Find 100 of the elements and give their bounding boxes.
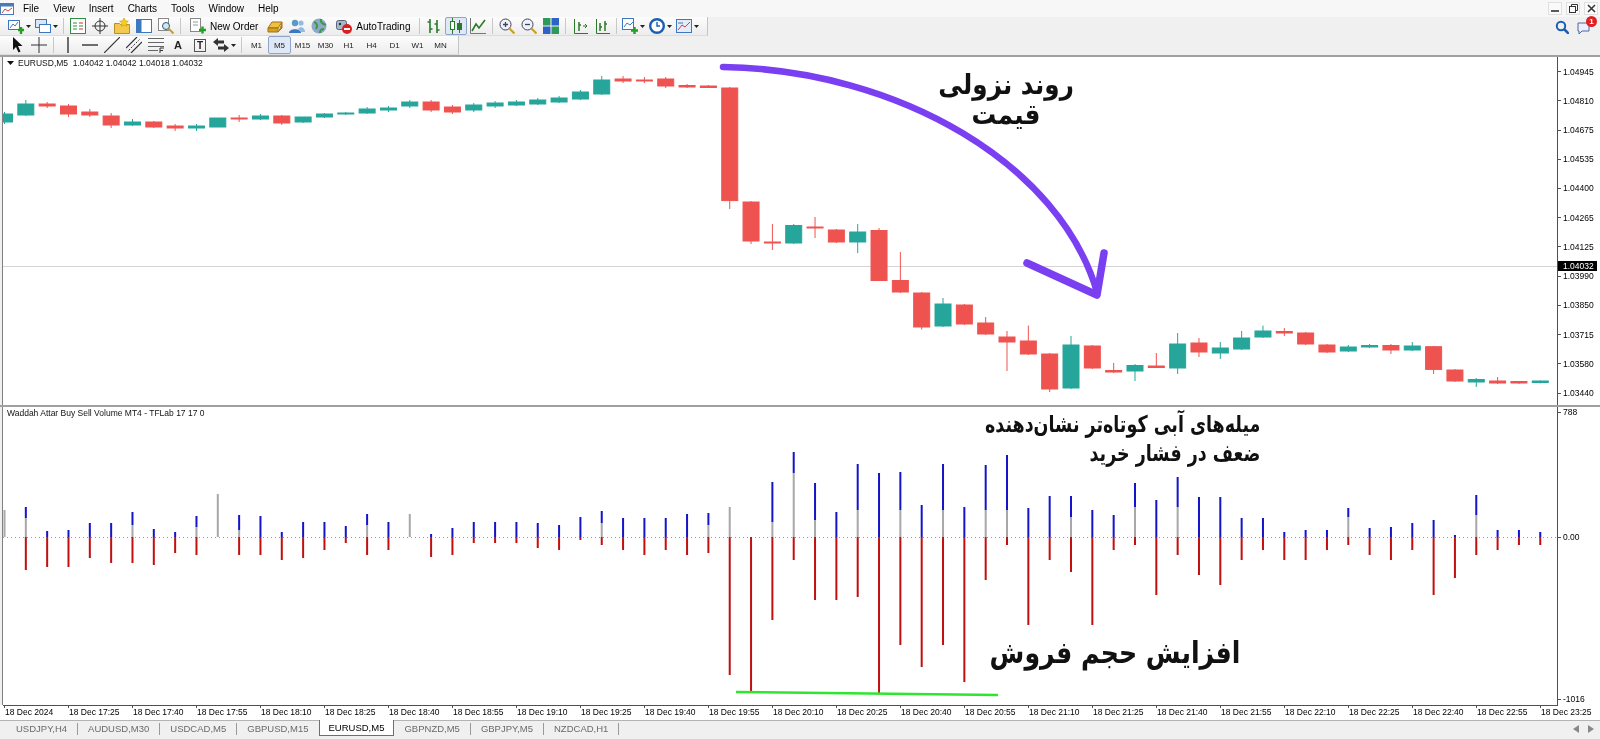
menu-item[interactable]: Insert bbox=[81, 0, 121, 17]
text-label-button[interactable]: T bbox=[189, 36, 211, 54]
menu-item[interactable]: Charts bbox=[120, 0, 165, 17]
speech-bubble-icon bbox=[1577, 21, 1590, 34]
price-label: 1.04125 bbox=[1562, 241, 1594, 252]
menu-item[interactable]: Help bbox=[251, 0, 286, 17]
time-label: 18 Dec 21:55 bbox=[1221, 707, 1272, 717]
arrows-icon bbox=[213, 37, 229, 53]
chart-tab[interactable]: GBPJPY,M5 bbox=[470, 721, 543, 736]
line-chart-icon bbox=[470, 18, 487, 34]
periods-button[interactable] bbox=[647, 17, 675, 35]
indicators-button[interactable] bbox=[620, 17, 648, 35]
time-label: 18 Dec 19:25 bbox=[581, 707, 632, 717]
chart-tab[interactable]: AUDUSD,M30 bbox=[78, 721, 160, 736]
messages-button[interactable]: 1 bbox=[1577, 19, 1594, 34]
annotation-text: روند نزولی قیمت bbox=[938, 70, 1074, 130]
restore-button[interactable] bbox=[1566, 2, 1580, 15]
price-label: 1.04535 bbox=[1562, 154, 1594, 165]
vertical-line-icon bbox=[67, 37, 69, 53]
fibonacci-button[interactable] bbox=[145, 36, 167, 54]
parallel-lines-icon bbox=[126, 37, 142, 53]
price-label: 1.04675 bbox=[1562, 125, 1594, 136]
window-stack-icon bbox=[35, 18, 51, 34]
close-icon bbox=[1586, 4, 1596, 13]
terminal-button[interactable] bbox=[133, 17, 155, 35]
caret-icon bbox=[53, 24, 58, 28]
chart-shift-icon bbox=[572, 18, 589, 34]
menu-item[interactable]: Tools bbox=[164, 0, 202, 17]
arrows-button[interactable] bbox=[211, 36, 238, 54]
scroll-right-icon[interactable] bbox=[1588, 725, 1594, 733]
price-label: 1.03580 bbox=[1562, 358, 1594, 369]
minimize-icon bbox=[1551, 10, 1559, 12]
chart-tab[interactable]: NZDCAD,H1 bbox=[544, 721, 619, 736]
panel-window-icon bbox=[136, 18, 152, 34]
notification-badge: 1 bbox=[1586, 16, 1597, 27]
new-chart-button[interactable] bbox=[6, 17, 33, 35]
strategy-tester-button[interactable] bbox=[155, 17, 177, 35]
templates-button[interactable] bbox=[674, 17, 702, 35]
time-label: 18 Dec 22:10 bbox=[1285, 707, 1336, 717]
time-label: 18 Dec 20:25 bbox=[837, 707, 888, 717]
period-button[interactable]: D1 bbox=[383, 36, 406, 54]
caret-icon bbox=[694, 24, 700, 28]
search-button[interactable] bbox=[1555, 19, 1569, 34]
robot-stop-icon bbox=[336, 18, 353, 34]
profiles-button[interactable] bbox=[33, 17, 60, 35]
data-window-button[interactable] bbox=[89, 17, 111, 35]
crosshair-icon bbox=[31, 37, 47, 53]
time-label: 18 Dec 23:25 bbox=[1541, 707, 1592, 717]
close-button[interactable] bbox=[1584, 2, 1598, 15]
chart-plus-icon bbox=[8, 18, 24, 34]
period-button[interactable]: MN bbox=[429, 36, 452, 54]
horizontal-line-icon bbox=[82, 44, 98, 46]
market-watch-button[interactable] bbox=[67, 17, 89, 35]
autotrading-button[interactable]: AutoTrading bbox=[330, 17, 417, 35]
annotation-text: میله‌های آبی کوتاه‌تر نشان‌دهنده ضعف در فشار خرید bbox=[984, 409, 1260, 468]
time-label: 18 Dec 21:10 bbox=[1029, 707, 1080, 717]
scroll-left-icon[interactable] bbox=[1573, 725, 1579, 733]
annotation-text: افزایش حجم فروش bbox=[989, 634, 1241, 673]
period-button[interactable]: H1 bbox=[337, 36, 360, 54]
time-label: 18 Dec 19:40 bbox=[645, 707, 696, 717]
chart-tab[interactable]: GBPUSD,M15 bbox=[237, 721, 319, 736]
time-label: 18 Dec 22:55 bbox=[1477, 707, 1528, 717]
menu-item[interactable]: File bbox=[16, 0, 47, 17]
period-button[interactable]: M30 bbox=[314, 36, 337, 54]
price-label: 1.04400 bbox=[1562, 183, 1594, 194]
people-icon bbox=[289, 18, 306, 34]
indicator-axis-label: -1016 bbox=[1563, 694, 1585, 704]
period-button[interactable]: M15 bbox=[291, 36, 314, 54]
chart-tab[interactable]: EURUSD,M5 bbox=[318, 720, 395, 736]
time-label: 18 Dec 18:25 bbox=[325, 707, 376, 717]
diagonal-line-icon bbox=[104, 37, 120, 53]
caret-icon bbox=[667, 24, 673, 28]
chart-title: EURUSD,M5 1.04042 1.04042 1.04018 1.04032 bbox=[18, 58, 203, 68]
price-label: 1.04810 bbox=[1562, 95, 1594, 106]
bar-chart-icon bbox=[426, 18, 443, 34]
new-order-button[interactable]: New Order bbox=[184, 17, 265, 35]
menu-item[interactable]: Window bbox=[201, 0, 252, 17]
price-label: 1.03440 bbox=[1562, 388, 1594, 398]
time-label: 18 Dec 19:55 bbox=[709, 707, 760, 717]
ingot-icon bbox=[267, 18, 284, 34]
trendline-button[interactable] bbox=[101, 36, 123, 54]
caret-icon bbox=[26, 24, 31, 28]
indicator-axis-label: 788 bbox=[1563, 407, 1578, 417]
period-button[interactable]: M1 bbox=[245, 36, 268, 54]
period-button[interactable]: M5 bbox=[268, 36, 291, 54]
time-label: 18 Dec 20:40 bbox=[901, 707, 952, 717]
text-tool-button[interactable]: A bbox=[167, 36, 189, 54]
minimize-button[interactable] bbox=[1548, 2, 1562, 15]
chart-tab[interactable]: USDJPY,H4 bbox=[6, 721, 78, 736]
period-button[interactable]: W1 bbox=[406, 36, 429, 54]
time-label: 18 Dec 21:25 bbox=[1093, 707, 1144, 717]
chart-type-button[interactable] bbox=[445, 17, 468, 35]
chart-tab[interactable]: USDCAD,M5 bbox=[160, 721, 237, 736]
chart-tab[interactable]: GBPNZD,M5 bbox=[394, 721, 470, 736]
time-label: 18 Dec 19:10 bbox=[517, 707, 568, 717]
indicator-title: Waddah Attar Buy Sell Volume MT4 - TFLab 17 17 0 bbox=[7, 408, 205, 418]
time-label: 18 Dec 17:55 bbox=[197, 707, 248, 717]
caret-icon bbox=[640, 24, 646, 28]
period-button[interactable]: H4 bbox=[360, 36, 383, 54]
menu-item[interactable]: View bbox=[46, 0, 82, 17]
